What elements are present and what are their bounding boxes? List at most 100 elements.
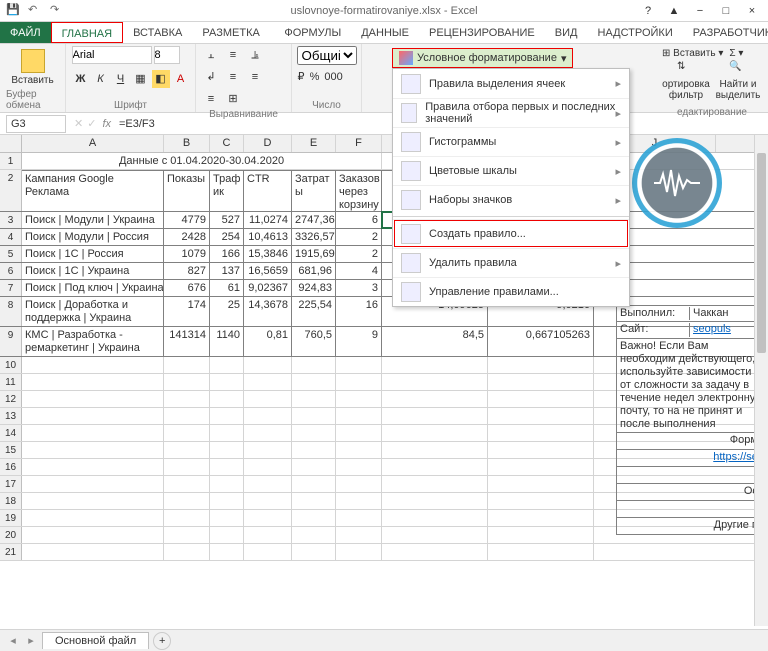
cell[interactable] xyxy=(244,425,292,441)
row-header[interactable]: 18 xyxy=(0,493,22,509)
cell[interactable] xyxy=(244,476,292,492)
cell[interactable] xyxy=(164,493,210,509)
cf-highlight-rules[interactable]: Правила выделения ячеек▸ xyxy=(393,69,629,98)
cell[interactable] xyxy=(336,459,382,475)
cell[interactable] xyxy=(210,527,244,543)
cell[interactable] xyxy=(210,374,244,390)
cell[interactable] xyxy=(164,374,210,390)
cell[interactable] xyxy=(210,442,244,458)
cell[interactable] xyxy=(382,374,488,390)
cell[interactable]: Поиск | Под ключ | Украина xyxy=(22,280,164,296)
conditional-formatting-button[interactable]: Условное форматирование ▾ xyxy=(392,48,573,68)
cell[interactable] xyxy=(382,357,488,373)
cell[interactable] xyxy=(164,442,210,458)
row-header[interactable]: 9 xyxy=(0,327,22,356)
cell[interactable]: 11,0274 xyxy=(244,212,292,228)
tab-view[interactable]: ВИД xyxy=(545,22,588,43)
cell[interactable]: 681,96 xyxy=(292,263,336,279)
cell[interactable]: 2 xyxy=(336,229,382,245)
cell[interactable] xyxy=(210,408,244,424)
cell[interactable] xyxy=(22,442,164,458)
cf-top-bottom-rules[interactable]: Правила отбора первых и последних значен… xyxy=(393,98,629,127)
sort-filter-button[interactable]: ⇅ ортировка фильтр xyxy=(662,61,710,101)
col-header-B[interactable]: B xyxy=(164,135,210,152)
cell[interactable] xyxy=(22,408,164,424)
cell[interactable] xyxy=(164,425,210,441)
cell[interactable] xyxy=(164,510,210,526)
row-header[interactable]: 5 xyxy=(0,246,22,262)
row-header[interactable]: 7 xyxy=(0,280,22,296)
font-size-input[interactable] xyxy=(154,46,180,64)
cell[interactable] xyxy=(336,510,382,526)
cell[interactable] xyxy=(292,459,336,475)
cell[interactable] xyxy=(164,408,210,424)
row-header[interactable]: 21 xyxy=(0,544,22,560)
header-cell[interactable]: CTR xyxy=(244,170,292,211)
cell[interactable]: 14,3678 xyxy=(244,297,292,326)
row-header[interactable]: 19 xyxy=(0,510,22,526)
cell[interactable] xyxy=(382,408,488,424)
tab-review[interactable]: РЕЦЕНЗИРОВАНИЕ xyxy=(419,22,545,43)
cf-new-rule[interactable]: Создать правило... xyxy=(393,219,629,248)
tab-developer[interactable]: РАЗРАБОТЧИК xyxy=(683,22,768,43)
font-color-button[interactable]: A xyxy=(172,70,190,88)
cell[interactable] xyxy=(336,527,382,543)
row-header[interactable]: 13 xyxy=(0,408,22,424)
cell[interactable]: 9,02367 xyxy=(244,280,292,296)
cell[interactable] xyxy=(244,459,292,475)
cell[interactable]: 10,4613 xyxy=(244,229,292,245)
cell[interactable]: 3 xyxy=(336,280,382,296)
row-header[interactable]: 10 xyxy=(0,357,22,373)
cell[interactable] xyxy=(164,459,210,475)
col-header-C[interactable]: C xyxy=(210,135,244,152)
cell[interactable] xyxy=(488,425,594,441)
cell[interactable]: 25 xyxy=(210,297,244,326)
cell[interactable] xyxy=(244,544,292,560)
tab-layout[interactable]: РАЗМЕТКА СТРАНИЦЫ xyxy=(192,22,274,43)
cell[interactable] xyxy=(382,527,488,543)
fx-icon[interactable]: fx xyxy=(102,118,111,130)
cell[interactable]: Поиск | Модули | Россия xyxy=(22,229,164,245)
align-top-button[interactable]: ⫠ xyxy=(202,46,220,64)
cell[interactable] xyxy=(164,357,210,373)
paste-button[interactable]: Вставить xyxy=(13,49,53,86)
cell[interactable]: 676 xyxy=(164,280,210,296)
cf-icon-sets[interactable]: Наборы значков▸ xyxy=(393,185,629,214)
vertical-scrollbar[interactable] xyxy=(754,135,768,626)
enter-formula-icon[interactable]: ✓ xyxy=(87,117,96,130)
cell[interactable] xyxy=(488,544,594,560)
cell[interactable] xyxy=(382,391,488,407)
cf-data-bars[interactable]: Гистограммы▸ xyxy=(393,127,629,156)
header-cell[interactable]: Кампания Google Реклама xyxy=(22,170,164,211)
add-sheet-button[interactable]: + xyxy=(153,632,171,650)
cell[interactable] xyxy=(22,459,164,475)
italic-button[interactable]: К xyxy=(92,70,110,88)
cell[interactable]: 254 xyxy=(210,229,244,245)
cell[interactable]: 827 xyxy=(164,263,210,279)
cell[interactable] xyxy=(22,374,164,390)
cell[interactable]: 166 xyxy=(210,246,244,262)
cell[interactable] xyxy=(488,408,594,424)
cell[interactable]: 1915,69 xyxy=(292,246,336,262)
cell[interactable] xyxy=(488,510,594,526)
cf-manage-rules[interactable]: Управление правилами... xyxy=(393,277,629,306)
cell[interactable] xyxy=(336,544,382,560)
name-box[interactable]: G3 xyxy=(6,115,66,133)
cell[interactable] xyxy=(382,476,488,492)
cell[interactable] xyxy=(336,357,382,373)
row-header[interactable]: 17 xyxy=(0,476,22,492)
cancel-formula-icon[interactable]: ✕ xyxy=(74,117,83,130)
cell[interactable] xyxy=(210,459,244,475)
cell[interactable] xyxy=(22,476,164,492)
cell[interactable] xyxy=(382,544,488,560)
row-header[interactable]: 20 xyxy=(0,527,22,543)
cell[interactable] xyxy=(488,459,594,475)
cell[interactable] xyxy=(22,544,164,560)
scrollbar-thumb[interactable] xyxy=(757,153,766,353)
cell[interactable] xyxy=(210,425,244,441)
cell[interactable] xyxy=(244,510,292,526)
select-all-cell[interactable] xyxy=(0,135,22,152)
cell[interactable]: 2747,36 xyxy=(292,212,336,228)
cell[interactable] xyxy=(382,510,488,526)
close-icon[interactable]: × xyxy=(740,2,764,20)
